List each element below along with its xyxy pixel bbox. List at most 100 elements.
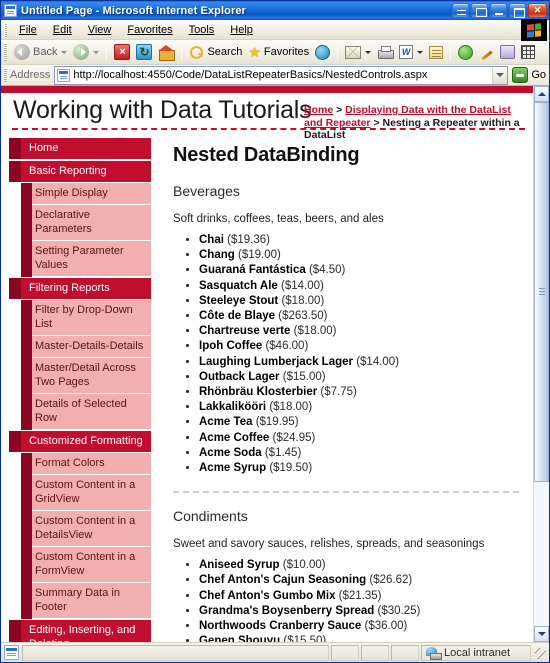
address-url-text[interactable]: http://localhost:4550/Code/DataListRepea… xyxy=(73,69,492,81)
messenger-button[interactable] xyxy=(455,44,476,61)
stop-icon xyxy=(114,44,131,60)
sidebar-subitem-details-of-selected-row[interactable]: Details of Selected Row xyxy=(24,394,151,430)
product-price: ($14.00) xyxy=(356,355,400,368)
menu-grip[interactable] xyxy=(4,22,7,37)
toolbar-grip[interactable] xyxy=(4,43,7,61)
sidebar-item-basic-reporting[interactable]: Basic Reporting xyxy=(9,161,151,183)
product-name: Aniseed Syrup xyxy=(199,559,280,572)
menu-item-file[interactable]: File xyxy=(11,22,45,38)
page-accent-bar xyxy=(1,86,533,93)
sidebar-item-filtering-reports[interactable]: Filtering Reports xyxy=(9,278,151,300)
mail-icon xyxy=(345,45,362,59)
sidebar-item-customized-formatting[interactable]: Customized Formatting xyxy=(9,431,151,453)
refresh-button[interactable] xyxy=(133,43,155,61)
maximize-button[interactable] xyxy=(509,3,526,18)
sidebar-subitem-master-detail-across-two-pages[interactable]: Master/Detail Across Two Pages xyxy=(24,358,151,394)
scroll-up-button[interactable] xyxy=(534,86,549,102)
research-button[interactable] xyxy=(497,44,518,60)
restore-down-small-button[interactable] xyxy=(452,3,469,18)
stop-button[interactable] xyxy=(111,43,133,61)
sidebar-subitem-simple-display[interactable]: Simple Display xyxy=(24,183,151,205)
address-input[interactable]: http://localhost:4550/Code/DataListRepea… xyxy=(54,65,509,85)
favorites-button[interactable]: ★ Favorites xyxy=(245,44,312,60)
menu-item-tools[interactable]: Tools xyxy=(181,22,223,38)
menu-item-help[interactable]: Help xyxy=(222,22,261,38)
close-button[interactable]: ✕ xyxy=(528,3,547,18)
scroll-down-button[interactable] xyxy=(534,626,549,642)
discuss-button[interactable] xyxy=(426,45,446,60)
sidebar-subitem-custom-content-in-a-detailsview[interactable]: Custom Content in a DetailsView xyxy=(24,511,151,547)
windows-flag-logo xyxy=(521,19,547,41)
product-name: Chef Anton's Cajun Seasoning xyxy=(199,574,367,587)
toolbar-separator-2 xyxy=(181,43,183,61)
back-chevron-down-icon[interactable] xyxy=(61,50,68,54)
product-item: Acme Tea ($19.95) xyxy=(199,415,519,430)
edit-chevron-down-icon[interactable] xyxy=(417,50,424,54)
sidebar-subitems: Format Colors Custom Content in a GridVie… xyxy=(13,453,151,619)
mail-button[interactable] xyxy=(342,45,374,60)
sidebar-item-editing-inserting-and-deleting[interactable]: Editing, Inserting, and Deleting xyxy=(9,620,151,642)
sidebar-item-home[interactable]: Home xyxy=(9,138,151,160)
product-name: Grandma's Boysenberry Spread xyxy=(199,604,375,617)
product-price: ($30.25) xyxy=(377,604,421,617)
toolbar-separator-1 xyxy=(106,43,108,61)
sidebar-spine xyxy=(21,453,32,619)
vertical-scrollbar[interactable] xyxy=(533,86,549,642)
minimize-button[interactable] xyxy=(490,3,507,18)
forward-chevron-down-icon[interactable] xyxy=(93,50,100,54)
scrollbar-thumb[interactable] xyxy=(534,102,549,482)
status-cell-3 xyxy=(391,644,419,661)
print-button[interactable] xyxy=(374,45,396,60)
scrollbar-track[interactable] xyxy=(534,102,549,626)
highlight-button[interactable] xyxy=(476,44,497,61)
sidebar-subitem-declarative-parameters[interactable]: Declarative Parameters xyxy=(24,205,151,241)
resize-grip[interactable] xyxy=(533,646,547,660)
product-price: ($1.45) xyxy=(264,446,302,459)
word-icon xyxy=(399,45,414,59)
home-button[interactable] xyxy=(155,43,177,61)
product-item: Chef Anton's Gumbo Mix ($21.35) xyxy=(199,589,519,604)
favorites-label: Favorites xyxy=(263,46,310,58)
sidebar-section: Basic Reporting Simple Display Declarative… xyxy=(9,161,151,277)
product-name: Ipoh Coffee xyxy=(199,340,263,353)
local-intranet-icon xyxy=(426,646,442,660)
menu-tools-label: Tools xyxy=(188,23,215,36)
back-button[interactable]: Back xyxy=(11,43,70,61)
product-price: ($24.95) xyxy=(272,431,316,444)
notes-icon xyxy=(429,45,444,59)
sidebar-subitem-format-colors[interactable]: Format Colors xyxy=(24,453,151,475)
forward-button[interactable] xyxy=(70,43,102,61)
search-button[interactable]: Search xyxy=(186,44,245,61)
breadcrumb-link-home[interactable]: Home xyxy=(304,104,333,116)
menu-item-favorites[interactable]: Favorites xyxy=(119,22,180,38)
breadcrumb-sep-2: > xyxy=(370,116,383,129)
address-grip[interactable] xyxy=(4,67,7,83)
sidebar-subitem-filter-by-drop-down-list[interactable]: Filter by Drop-Down List xyxy=(24,300,151,336)
status-cell-1 xyxy=(331,644,359,661)
sidebar-subitem-master-details-details[interactable]: Master-Details-Details xyxy=(24,336,151,358)
history-button[interactable] xyxy=(312,44,333,61)
status-cell-2 xyxy=(361,644,389,661)
sidebar-subitem-custom-content-in-a-gridview[interactable]: Custom Content in a GridView xyxy=(24,475,151,511)
sidebar-subitem-custom-content-in-a-formview[interactable]: Custom Content in a FormView xyxy=(24,547,151,583)
grid-button[interactable] xyxy=(518,44,538,60)
sidebar-subitem-summary-data-in-footer[interactable]: Summary Data in Footer xyxy=(24,583,151,619)
mail-chevron-down-icon[interactable] xyxy=(365,50,372,54)
status-bar: Local intranet xyxy=(1,642,549,662)
product-name: Chef Anton's Gumbo Mix xyxy=(199,589,336,602)
sidebar-subitems: Simple Display Declarative Parameters Sett… xyxy=(13,183,151,277)
product-item: Rhönbräu Klosterbier ($7.75) xyxy=(199,385,519,400)
sidebar-subitem-setting-parameter-values[interactable]: Setting Parameter Values xyxy=(24,241,151,277)
edit-in-word-button[interactable] xyxy=(396,44,426,60)
chevron-down-icon xyxy=(537,632,546,636)
product-price: ($19.95) xyxy=(255,416,299,429)
product-item: Guaraná Fantástica ($4.50) xyxy=(199,263,519,278)
menu-item-edit[interactable]: Edit xyxy=(45,22,80,38)
sidebar-spine xyxy=(21,183,32,277)
address-dropdown-button[interactable] xyxy=(492,66,508,84)
go-button[interactable]: Go xyxy=(508,67,548,83)
security-zone[interactable]: Local intranet xyxy=(421,644,531,661)
mail-window-button[interactable] xyxy=(471,3,488,18)
product-name: Chartreuse verte xyxy=(199,325,291,338)
menu-item-view[interactable]: View xyxy=(80,22,120,38)
